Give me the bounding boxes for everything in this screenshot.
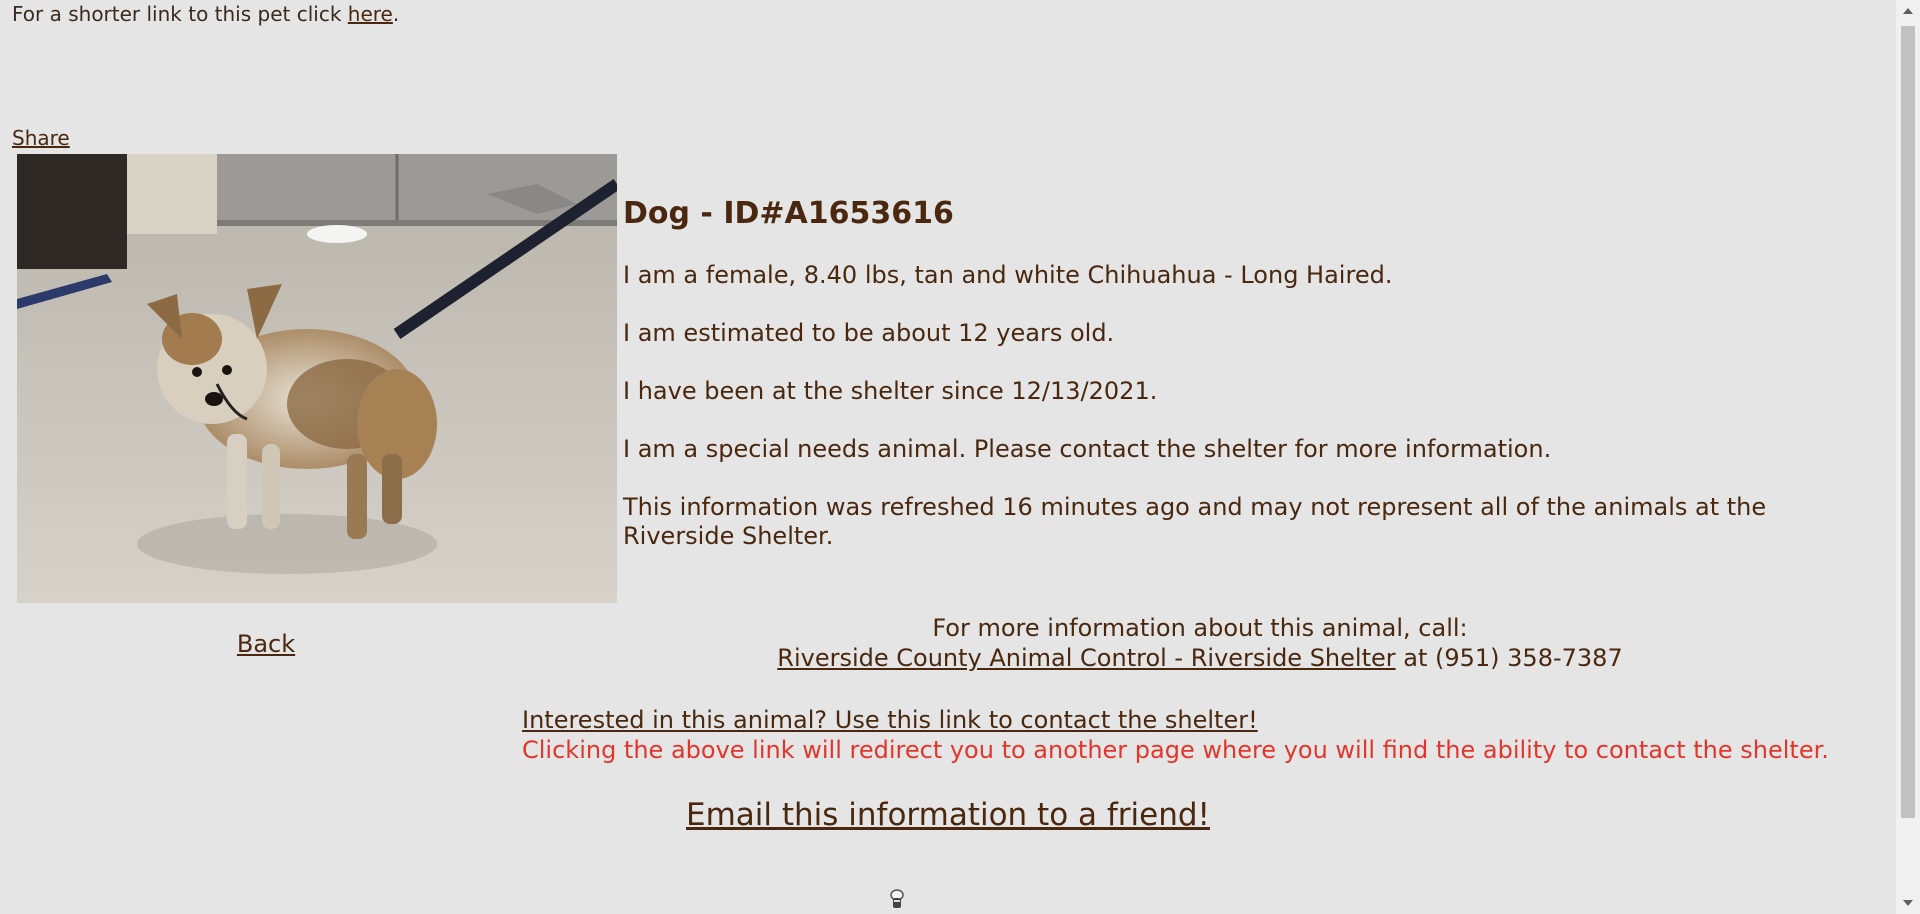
loading-icon	[890, 889, 904, 908]
contact-intro: For more information about this animal, …	[932, 614, 1468, 642]
page: For a shorter link to this pet click her…	[0, 0, 1896, 914]
share-link[interactable]: Share	[12, 126, 70, 150]
short-link-here[interactable]: here	[348, 2, 393, 26]
back-link[interactable]: Back	[0, 630, 532, 658]
animal-description: I am a female, 8.40 lbs, tan and white C…	[623, 261, 1393, 289]
short-link-suffix: .	[392, 2, 400, 26]
scroll-up-arrow-icon[interactable]	[1896, 0, 1920, 22]
dog-photo-icon	[17, 154, 617, 603]
pet-photo	[17, 154, 617, 603]
email-friend-wrapper: Email this information to a friend!	[0, 797, 1896, 833]
scrollbar-thumb[interactable]	[1901, 26, 1915, 818]
animal-info: Dog - ID#A1653616 I am a female, 8.40 lb…	[623, 196, 1823, 580]
shelter-link[interactable]: Riverside County Animal Control - Rivers…	[777, 644, 1395, 672]
email-friend-link[interactable]: Email this information to a friend!	[686, 797, 1210, 833]
animal-shelter-since: I have been at the shelter since 12/13/2…	[623, 377, 1158, 405]
short-link-prefix: For a shorter link to this pet click	[12, 2, 348, 26]
animal-special-needs: I am a special needs animal. Please cont…	[623, 435, 1552, 463]
short-link-line: For a shorter link to this pet click her…	[12, 2, 399, 26]
shelter-phone: at (951) 358-7387	[1395, 644, 1623, 672]
redirect-note: Clicking the above link will redirect yo…	[522, 736, 1829, 764]
contact-line: Riverside County Animal Control - Rivers…	[600, 643, 1800, 673]
animal-age: I am estimated to be about 12 years old.	[623, 319, 1115, 347]
refresh-notice: This information was refreshed 16 minute…	[623, 493, 1767, 550]
animal-heading: Dog - ID#A1653616	[623, 196, 954, 231]
contact-info: For more information about this animal, …	[600, 613, 1800, 673]
contact-shelter-link[interactable]: Interested in this animal? Use this link…	[522, 705, 1258, 735]
vertical-scrollbar[interactable]	[1896, 0, 1920, 914]
scroll-down-arrow-icon[interactable]	[1896, 892, 1920, 914]
